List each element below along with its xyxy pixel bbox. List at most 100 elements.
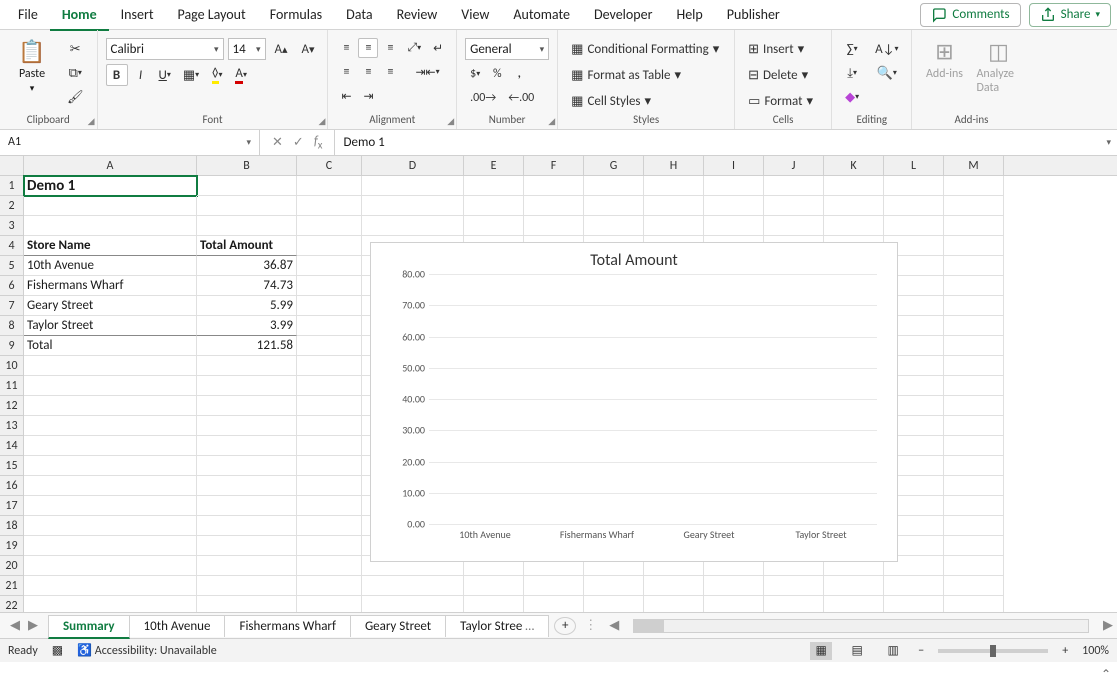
cell-J2[interactable] — [764, 196, 824, 216]
row-header-21[interactable]: 21 — [0, 576, 24, 596]
cell-J3[interactable] — [764, 216, 824, 236]
cell-M13[interactable] — [944, 416, 1004, 436]
menu-tab-developer[interactable]: Developer — [582, 2, 664, 29]
cell-A17[interactable] — [24, 496, 197, 516]
cell-E22[interactable] — [464, 596, 524, 612]
sheet-tab-summary[interactable]: Summary — [48, 615, 130, 639]
column-header-A[interactable]: A — [24, 156, 197, 175]
cell-J21[interactable] — [764, 576, 824, 596]
cell-K22[interactable] — [824, 596, 884, 612]
cell-C16[interactable] — [297, 476, 362, 496]
column-header-G[interactable]: G — [584, 156, 644, 175]
cell-I2[interactable] — [704, 196, 764, 216]
clear-button[interactable]: ◆▾ — [840, 86, 864, 108]
cell-A16[interactable] — [24, 476, 197, 496]
menu-tab-help[interactable]: Help — [664, 2, 714, 29]
cell-F1[interactable] — [524, 176, 584, 196]
column-header-H[interactable]: H — [644, 156, 704, 175]
cell-A20[interactable] — [24, 556, 197, 576]
cell-F22[interactable] — [524, 596, 584, 612]
cell-M6[interactable] — [944, 276, 1004, 296]
cell-C12[interactable] — [297, 396, 362, 416]
cell-C17[interactable] — [297, 496, 362, 516]
fill-button[interactable]: ⤓▾ — [840, 62, 864, 84]
cell-B15[interactable] — [197, 456, 297, 476]
cell-M5[interactable] — [944, 256, 1004, 276]
name-box[interactable]: A1▾ — [0, 130, 260, 156]
cell-B16[interactable] — [197, 476, 297, 496]
find-select-button[interactable]: 🔍▾ — [870, 62, 903, 84]
row-header-17[interactable]: 17 — [0, 496, 24, 516]
cell-A1[interactable]: Demo 1 — [24, 176, 197, 196]
row-header-8[interactable]: 8 — [0, 316, 24, 336]
cell-C9[interactable] — [297, 336, 362, 356]
increase-decimal-button[interactable]: .00→ — [465, 88, 501, 108]
sheet-tab-fishermans-wharf[interactable]: Fishermans Wharf — [224, 615, 350, 637]
zoom-out-button[interactable]: − — [918, 644, 924, 658]
cell-B14[interactable] — [197, 436, 297, 456]
cell-C6[interactable] — [297, 276, 362, 296]
cell-A10[interactable] — [24, 356, 197, 376]
cell-A19[interactable] — [24, 536, 197, 556]
cell-M12[interactable] — [944, 396, 1004, 416]
column-header-D[interactable]: D — [362, 156, 464, 175]
font-name-select[interactable]: Calibri▾ — [106, 38, 224, 60]
row-header-20[interactable]: 20 — [0, 556, 24, 576]
cell-F3[interactable] — [524, 216, 584, 236]
cell-A22[interactable] — [24, 596, 197, 612]
cell-A3[interactable] — [24, 216, 197, 236]
cell-J1[interactable] — [764, 176, 824, 196]
cell-H21[interactable] — [644, 576, 704, 596]
copy-button[interactable]: ⧉▾ — [62, 62, 89, 84]
cell-C20[interactable] — [297, 556, 362, 576]
cell-D22[interactable] — [362, 596, 464, 612]
hscroll-left-button[interactable]: ◀ — [605, 618, 623, 633]
row-header-9[interactable]: 9 — [0, 336, 24, 356]
sheet-nav-prev-button[interactable]: ◀ — [10, 618, 20, 633]
menu-tab-data[interactable]: Data — [334, 2, 384, 29]
cell-E3[interactable] — [464, 216, 524, 236]
share-button[interactable]: Share ▾ — [1029, 3, 1111, 27]
align-left-button[interactable]: ≡ — [336, 62, 356, 82]
cell-A8[interactable]: Taylor Street — [24, 316, 197, 336]
cell-F21[interactable] — [524, 576, 584, 596]
cell-B12[interactable] — [197, 396, 297, 416]
cell-C3[interactable] — [297, 216, 362, 236]
align-top-button[interactable]: ≡ — [336, 38, 356, 58]
page-layout-view-button[interactable]: ▤ — [846, 642, 868, 660]
number-launcher-icon[interactable]: ◢ — [548, 116, 555, 127]
column-header-F[interactable]: F — [524, 156, 584, 175]
cancel-edit-button[interactable]: ✕ — [272, 135, 283, 150]
column-header-I[interactable]: I — [704, 156, 764, 175]
column-header-E[interactable]: E — [464, 156, 524, 175]
cell-G3[interactable] — [584, 216, 644, 236]
align-right-button[interactable]: ≡ — [380, 62, 400, 82]
format-as-table-button[interactable]: ▦ Format as Table▾ — [566, 64, 726, 86]
comments-button[interactable]: Comments — [920, 3, 1020, 27]
cell-A18[interactable] — [24, 516, 197, 536]
cell-B2[interactable] — [197, 196, 297, 216]
row-header-7[interactable]: 7 — [0, 296, 24, 316]
column-header-C[interactable]: C — [297, 156, 362, 175]
align-middle-button[interactable]: ≡ — [358, 38, 378, 58]
cell-G1[interactable] — [584, 176, 644, 196]
cell-H1[interactable] — [644, 176, 704, 196]
cell-C11[interactable] — [297, 376, 362, 396]
row-header-10[interactable]: 10 — [0, 356, 24, 376]
cell-D3[interactable] — [362, 216, 464, 236]
menu-tab-formulas[interactable]: Formulas — [258, 2, 334, 29]
accessibility-status[interactable]: ♿ Accessibility: Unavailable — [77, 643, 217, 658]
cell-C21[interactable] — [297, 576, 362, 596]
row-header-16[interactable]: 16 — [0, 476, 24, 496]
cell-C10[interactable] — [297, 356, 362, 376]
borders-button[interactable]: ▦▾ — [178, 64, 204, 86]
menu-tab-publisher[interactable]: Publisher — [715, 2, 792, 29]
decrease-font-button[interactable]: A▾ — [296, 38, 319, 60]
cell-M10[interactable] — [944, 356, 1004, 376]
cell-B22[interactable] — [197, 596, 297, 612]
cell-I3[interactable] — [704, 216, 764, 236]
collapse-ribbon-button[interactable]: ⌃ — [1101, 667, 1111, 682]
cell-M3[interactable] — [944, 216, 1004, 236]
row-header-13[interactable]: 13 — [0, 416, 24, 436]
cell-L22[interactable] — [884, 596, 944, 612]
